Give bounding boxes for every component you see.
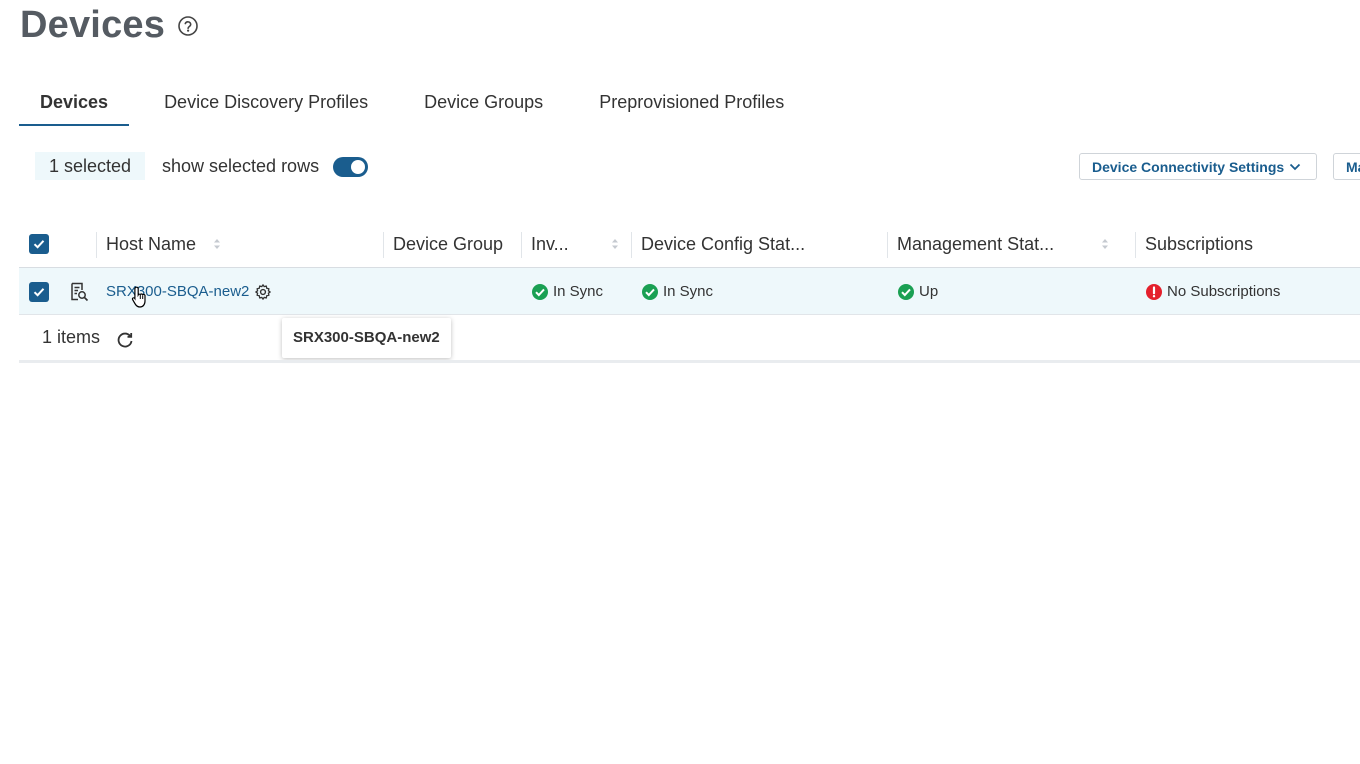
gear-icon[interactable] bbox=[254, 268, 272, 315]
host-name-header-label: Host Name bbox=[106, 233, 197, 254]
management-status-cell: Up bbox=[897, 268, 938, 315]
column-header-host-name[interactable]: Host Name bbox=[106, 220, 196, 268]
column-header-inventory[interactable]: Inv... bbox=[531, 220, 569, 268]
subscriptions-header-label: Subscriptions bbox=[1145, 233, 1254, 254]
sort-icon[interactable] bbox=[212, 237, 222, 251]
chevron-down-icon bbox=[1288, 160, 1302, 174]
refresh-icon[interactable] bbox=[115, 330, 135, 350]
tab-bar: Devices Device Discovery Profiles Device… bbox=[19, 86, 819, 126]
page-title: Devices bbox=[20, 4, 166, 46]
selected-count-badge: 1 selected bbox=[35, 152, 146, 180]
device-connectivity-settings-label: Device Connectivity Settings bbox=[1092, 158, 1285, 175]
more-actions-button[interactable]: Ma bbox=[1333, 153, 1360, 180]
title-row: Devices bbox=[20, 4, 199, 47]
checkbox-checked bbox=[29, 281, 49, 302]
tab-device-discovery-profiles[interactable]: Device Discovery Profiles bbox=[143, 86, 389, 126]
table-header: Host Name Device Group Inv... Device Con… bbox=[19, 220, 1360, 268]
inventory-status-cell: In Sync bbox=[531, 268, 603, 315]
inventory-status-text: In Sync bbox=[553, 283, 604, 300]
select-all-checkbox[interactable] bbox=[29, 220, 49, 268]
host-name-cell[interactable]: SRX300-SBQA-new2 bbox=[106, 268, 249, 315]
table-row[interactable]: SRX300-SBQA-new2 In Sync In Sync Up No S… bbox=[19, 268, 1360, 358]
column-header-management-status[interactable]: Management Stat... bbox=[897, 220, 1054, 268]
toggle-knob bbox=[351, 160, 365, 174]
tab-device-groups[interactable]: Device Groups bbox=[403, 86, 564, 126]
column-divider bbox=[521, 232, 522, 258]
column-divider bbox=[887, 232, 888, 258]
column-divider bbox=[383, 232, 384, 258]
row-checkbox[interactable] bbox=[29, 268, 49, 315]
device-group-header-label: Device Group bbox=[393, 233, 504, 254]
table-footer: 1 items bbox=[19, 315, 1360, 363]
config-status-cell: In Sync bbox=[641, 268, 713, 315]
sort-icon[interactable] bbox=[610, 237, 620, 251]
device-details-icon[interactable] bbox=[68, 268, 90, 315]
config-status-header-label: Device Config Stat... bbox=[641, 233, 806, 254]
column-header-subscriptions[interactable]: Subscriptions bbox=[1145, 220, 1253, 268]
more-actions-label: Ma bbox=[1346, 158, 1360, 175]
checkbox-checked bbox=[29, 234, 49, 254]
management-status-header-label: Management Stat... bbox=[897, 233, 1055, 254]
config-status-text: In Sync bbox=[663, 283, 714, 300]
device-connectivity-settings-button[interactable]: Device Connectivity Settings bbox=[1079, 153, 1317, 180]
check-circle-icon bbox=[532, 283, 548, 300]
tab-devices[interactable]: Devices bbox=[19, 86, 130, 126]
devices-page: Devices Devices Device Discovery Profile… bbox=[0, 0, 1360, 764]
subscriptions-cell: No Subscriptions bbox=[1145, 268, 1280, 315]
devices-table: Host Name Device Group Inv... Device Con… bbox=[19, 220, 1360, 363]
subscriptions-text: No Subscriptions bbox=[1167, 283, 1281, 300]
column-divider bbox=[1135, 232, 1136, 258]
column-divider bbox=[96, 232, 97, 258]
tab-preprovisioned-profiles[interactable]: Preprovisioned Profiles bbox=[578, 86, 805, 126]
help-icon[interactable] bbox=[177, 15, 199, 37]
sort-icon[interactable] bbox=[1100, 237, 1110, 251]
host-name-link[interactable]: SRX300-SBQA-new2 bbox=[106, 283, 249, 300]
column-header-device-group[interactable]: Device Group bbox=[393, 220, 503, 268]
inventory-header-label: Inv... bbox=[531, 233, 569, 254]
column-header-config-status[interactable]: Device Config Stat... bbox=[641, 220, 805, 268]
error-circle-icon bbox=[1146, 283, 1162, 300]
column-divider bbox=[631, 232, 632, 258]
management-status-text: Up bbox=[919, 283, 939, 300]
items-count: 1 items bbox=[42, 327, 101, 347]
check-circle-icon bbox=[898, 283, 914, 300]
check-circle-icon bbox=[642, 283, 658, 300]
show-selected-rows-label: show selected rows bbox=[162, 156, 320, 176]
show-selected-rows-toggle[interactable] bbox=[333, 157, 368, 177]
